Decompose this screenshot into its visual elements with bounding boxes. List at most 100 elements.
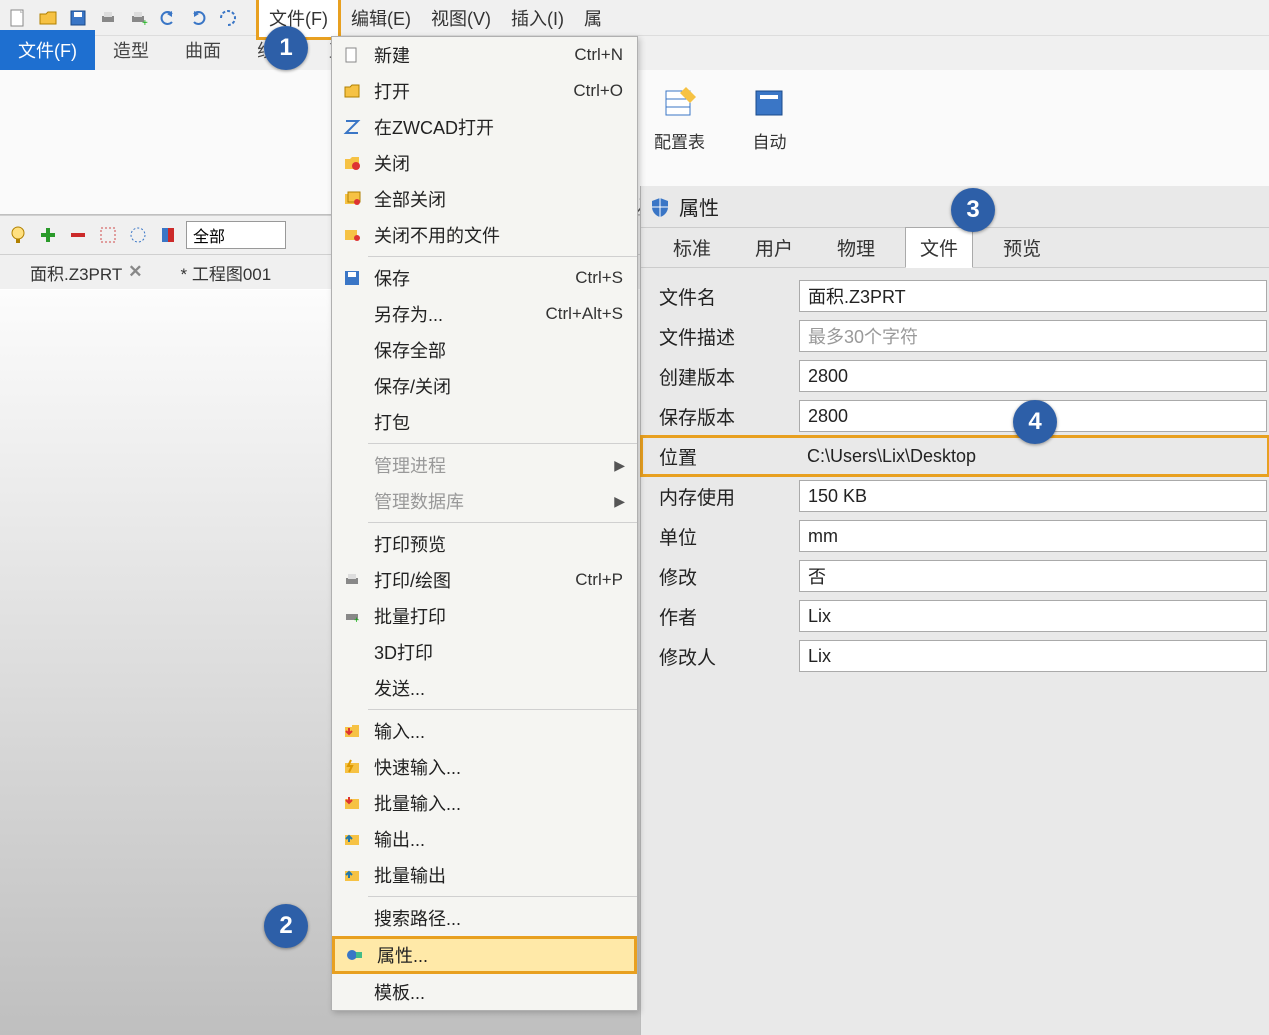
filter-flag-icon[interactable] (156, 223, 180, 247)
menu-view[interactable]: 视图(V) (421, 0, 501, 37)
props-tab-physical[interactable]: 物理 (823, 228, 889, 267)
prop-row-location: 位置 C:\Users\Lix\Desktop (641, 436, 1269, 476)
ribbon-btn-label: 配置表 (654, 128, 705, 153)
select-box-icon[interactable] (96, 223, 120, 247)
props-tab-preview[interactable]: 预览 (989, 228, 1055, 267)
menu-print[interactable]: 打印/绘图 Ctrl+P (332, 562, 637, 598)
menu-batch-print[interactable]: + 批量打印 (332, 598, 637, 634)
menu-label: 批量输出 (374, 862, 637, 888)
menu-save-as[interactable]: 另存为... Ctrl+Alt+S (332, 296, 637, 332)
menu-label: 快速输入... (374, 754, 637, 780)
menu-batch-import[interactable]: 批量输入... (332, 785, 637, 821)
folders-close-icon (338, 187, 366, 211)
menu-label: 输出... (374, 826, 637, 852)
prop-label: 单位 (659, 523, 799, 550)
import-icon (338, 719, 366, 743)
menu-export[interactable]: 输出... (332, 821, 637, 857)
menu-open[interactable]: 打开 Ctrl+O (332, 73, 637, 109)
menu-label: 保存全部 (374, 337, 637, 363)
ribbon-tab-surface[interactable]: 曲面 (167, 30, 239, 70)
menu-manage-process[interactable]: 管理进程 ▶ (332, 447, 637, 483)
new-file-icon[interactable] (6, 6, 30, 30)
refresh-icon[interactable] (216, 6, 240, 30)
minus-icon[interactable] (66, 223, 90, 247)
print-plus-icon[interactable]: + (126, 6, 150, 30)
menu-label: 批量打印 (374, 603, 637, 629)
menu-save[interactable]: 保存 Ctrl+S (332, 260, 637, 296)
properties-panel: 属性 标准 用户 物理 文件 预览 文件名 面积.Z3PRT 文件描述 最多30… (640, 186, 1269, 1035)
prop-value[interactable]: 150 KB (799, 480, 1267, 512)
prop-label: 文件描述 (659, 323, 799, 350)
blank-icon (338, 532, 366, 556)
menu-print-preview[interactable]: 打印预览 (332, 526, 637, 562)
blank-icon (338, 676, 366, 700)
filter-input[interactable] (186, 221, 286, 249)
doc-tab-drawing[interactable]: * 工程图001 (171, 256, 282, 289)
menu-shortcut: Ctrl+S (575, 268, 637, 288)
prop-value[interactable]: 面积.Z3PRT (799, 280, 1267, 312)
doc-tab-area[interactable]: 面积.Z3PRT ✕ (20, 256, 153, 289)
plus-icon[interactable] (36, 223, 60, 247)
menu-quick-import[interactable]: 快速输入... (332, 749, 637, 785)
menu-insert[interactable]: 插入(I) (501, 0, 574, 37)
menu-import[interactable]: 输入... (332, 713, 637, 749)
menu-3d-print[interactable]: 3D打印 (332, 634, 637, 670)
menu-label: 管理进程 (374, 452, 614, 478)
menu-close-all[interactable]: 全部关闭 (332, 181, 637, 217)
prop-value[interactable]: C:\Users\Lix\Desktop (799, 440, 1267, 472)
ribbon-btn-config-table[interactable]: 配置表 (635, 78, 725, 182)
menu-new[interactable]: 新建 Ctrl+N (332, 37, 637, 73)
prop-label: 内存使用 (659, 483, 799, 510)
menu-open-zwcad[interactable]: 在ZWCAD打开 (332, 109, 637, 145)
ribbon-btn-auto[interactable]: 自动 (725, 78, 815, 182)
prop-value[interactable]: Lix (799, 600, 1267, 632)
undo-icon[interactable] (156, 6, 180, 30)
menu-save-all[interactable]: 保存全部 (332, 332, 637, 368)
menu-send[interactable]: 发送... (332, 670, 637, 706)
ribbon-tab-shape[interactable]: 造型 (95, 30, 167, 70)
prop-row-unit: 单位 mm (641, 516, 1269, 556)
menu-label: 管理数据库 (374, 488, 614, 514)
prop-value[interactable]: mm (799, 520, 1267, 552)
menu-package[interactable]: 打包 (332, 404, 637, 440)
menu-save-close[interactable]: 保存/关闭 (332, 368, 637, 404)
prop-value[interactable]: 最多30个字符 (799, 320, 1267, 352)
menu-template[interactable]: 模板... (332, 974, 637, 1010)
prop-label: 创建版本 (659, 363, 799, 390)
menu-close-unused[interactable]: 关闭不用的文件 (332, 217, 637, 253)
folder-close-icon (338, 151, 366, 175)
props-tab-standard[interactable]: 标准 (659, 228, 725, 267)
lightbulb-icon[interactable] (6, 223, 30, 247)
prop-value[interactable]: 2800 (799, 360, 1267, 392)
blank-icon (338, 410, 366, 434)
quick-import-icon (338, 755, 366, 779)
menu-separator (368, 896, 637, 897)
menu-search-path[interactable]: 搜索路径... (332, 900, 637, 936)
blank-icon (338, 338, 366, 362)
menu-attributes-partial[interactable]: 属 (574, 0, 612, 37)
save-icon[interactable] (66, 6, 90, 30)
menu-label: 在ZWCAD打开 (374, 114, 637, 140)
props-tab-file[interactable]: 文件 (905, 227, 973, 268)
prop-value[interactable]: 否 (799, 560, 1267, 592)
callout-badge-3: 3 (951, 188, 995, 232)
select-circle-icon[interactable] (126, 223, 150, 247)
open-folder-icon[interactable] (36, 6, 60, 30)
blank-icon (338, 640, 366, 664)
menu-batch-export[interactable]: 批量输出 (332, 857, 637, 893)
ribbon-tab-file[interactable]: 文件(F) (0, 30, 95, 70)
menu-label: 打包 (374, 409, 637, 435)
menu-properties[interactable]: 属性... (332, 936, 637, 974)
redo-icon[interactable] (186, 6, 210, 30)
blank-icon (338, 453, 366, 477)
prop-value[interactable]: Lix (799, 640, 1267, 672)
print-icon[interactable] (96, 6, 120, 30)
prop-row-create-version: 创建版本 2800 (641, 356, 1269, 396)
file-menu-dropdown: 新建 Ctrl+N 打开 Ctrl+O 在ZWCAD打开 关闭 全部关闭 关闭不… (331, 36, 638, 1011)
menu-label: 打印/绘图 (374, 567, 575, 593)
menu-close[interactable]: 关闭 (332, 145, 637, 181)
close-icon[interactable]: ✕ (128, 262, 142, 282)
menu-label: 关闭 (374, 150, 637, 176)
props-tab-user[interactable]: 用户 (741, 228, 807, 267)
menu-manage-db[interactable]: 管理数据库 ▶ (332, 483, 637, 519)
